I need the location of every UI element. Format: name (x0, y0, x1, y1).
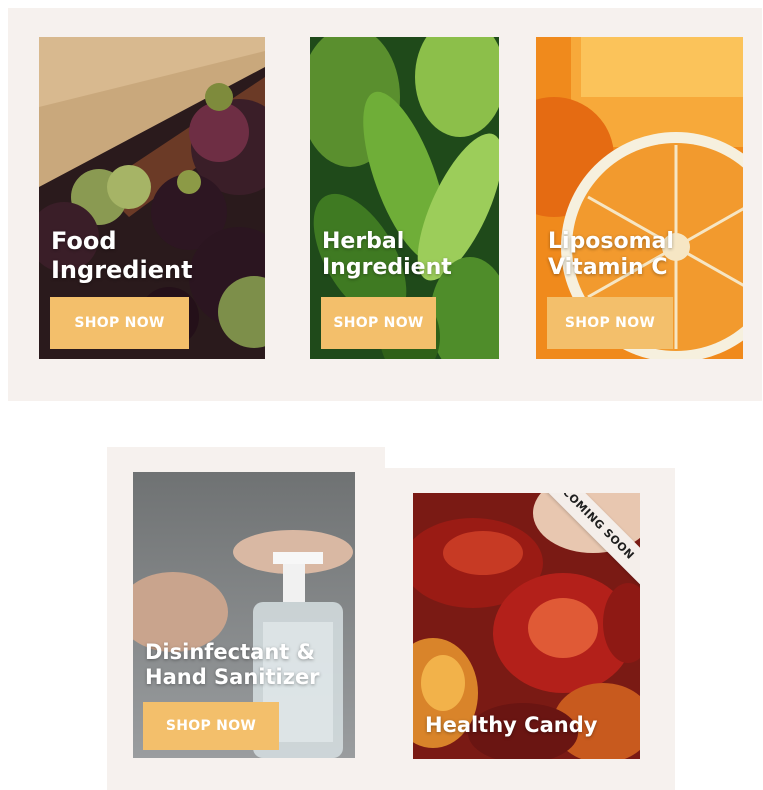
card-title: Liposomal Vitamin C (548, 229, 674, 281)
product-card-hand-sanitizer[interactable]: Disinfectant & Hand Sanitizer SHOP NOW (133, 472, 355, 758)
card-title: Food Ingredient (51, 227, 193, 284)
product-card-liposomal-vitamin-c[interactable]: Liposomal Vitamin C SHOP NOW (536, 37, 743, 359)
product-card-food-ingredient[interactable]: Food Ingredient SHOP NOW (39, 37, 265, 359)
shop-now-button[interactable]: SHOP NOW (143, 702, 279, 750)
card-title: Disinfectant & Hand Sanitizer (145, 640, 320, 690)
card-title: Healthy Candy (425, 713, 598, 737)
shop-now-button[interactable]: SHOP NOW (321, 297, 436, 349)
product-card-herbal-ingredient[interactable]: Herbal Ingredient SHOP NOW (310, 37, 499, 359)
shop-now-button[interactable]: SHOP NOW (50, 297, 189, 349)
card-title: Herbal Ingredient (322, 229, 452, 281)
shop-now-button[interactable]: SHOP NOW (547, 297, 673, 349)
product-card-healthy-candy[interactable]: COMING SOON Healthy Candy (413, 493, 640, 759)
